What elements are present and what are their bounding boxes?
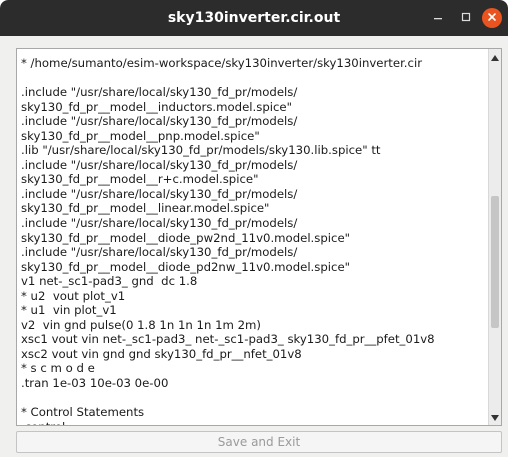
file-viewer-window: sky130inverter.cir.out * /home/sumanto/e… — [0, 0, 508, 457]
text-line: .include "/usr/share/local/sky130_fd_pr/… — [21, 157, 298, 172]
text-line: .include "/usr/share/local/sky130_fd_pr/… — [21, 216, 298, 231]
text-line: * /home/sumanto/esim-workspace/sky130inv… — [21, 56, 423, 70]
text-line: v2 vin gnd pulse(0 1.8 1n 1n 1n 1m 2m) — [21, 317, 261, 332]
text-line: * u2 vout plot_v1 — [21, 288, 126, 303]
text-line: xsc2 vout vin gnd gnd sky130_fd_pr__nfet… — [21, 346, 302, 361]
text-line: * u1 vin plot_v1 — [21, 303, 117, 318]
close-icon — [487, 9, 497, 27]
maximize-icon — [461, 9, 471, 27]
arrow-down-icon — [491, 408, 499, 425]
scrollbar-thumb[interactable] — [491, 196, 499, 329]
scroll-down-button[interactable] — [489, 411, 501, 423]
text-line — [21, 391, 487, 406]
text-line: sky130_fd_pr__model__diode_pw2nd_11v0.mo… — [21, 230, 351, 245]
text-line: .tran 1e-03 10e-03 0e-00 — [21, 376, 169, 391]
minimize-icon — [433, 9, 443, 27]
vertical-scrollbar[interactable] — [488, 49, 501, 425]
text-line: .include "/usr/share/local/sky130_fd_pr/… — [21, 85, 298, 100]
text-line: .include "/usr/share/local/sky130_fd_pr/… — [21, 245, 298, 260]
text-line: * s c m o d e — [21, 361, 95, 376]
minimize-button[interactable] — [427, 7, 449, 29]
text-line: * Control Statements — [21, 405, 145, 420]
close-button[interactable] — [482, 8, 502, 28]
text-line: sky130_fd_pr__model__r+c.model.spice" — [21, 172, 259, 187]
text-line: .control — [21, 420, 487, 425]
text-line: sky130_fd_pr__model__diode_pd2nw_11v0.mo… — [21, 259, 351, 274]
text-line: .include "/usr/share/local/sky130_fd_pr/… — [21, 114, 298, 129]
text-line: .include "/usr/share/local/sky130_fd_pr/… — [21, 186, 298, 201]
text-line — [21, 71, 487, 86]
title-bar[interactable]: sky130inverter.cir.out — [0, 0, 508, 36]
maximize-button[interactable] — [455, 7, 477, 29]
netlist-text-area[interactable]: * /home/sumanto/esim-workspace/sky130inv… — [16, 48, 502, 426]
text-line: sky130_fd_pr__model__linear.model.spice" — [21, 201, 270, 216]
text-line: sky130_fd_pr__model__pnp.model.spice" — [21, 128, 260, 143]
text-line: xsc1 vout vin net-_sc1-pad3_ net-_sc1-pa… — [21, 332, 435, 347]
text-line: .lib "/usr/share/local/sky130_fd_pr/mode… — [21, 143, 381, 158]
scroll-up-button[interactable] — [489, 51, 501, 63]
text-line: sky130_fd_pr__model__inductors.model.spi… — [21, 99, 292, 114]
arrow-up-icon — [491, 49, 499, 66]
text-line: v1 net-_sc1-pad3_ gnd dc 1.8 — [21, 274, 198, 289]
netlist-text: * /home/sumanto/esim-workspace/sky130inv… — [21, 56, 487, 425]
save-and-exit-button[interactable]: Save and Exit — [16, 431, 502, 453]
